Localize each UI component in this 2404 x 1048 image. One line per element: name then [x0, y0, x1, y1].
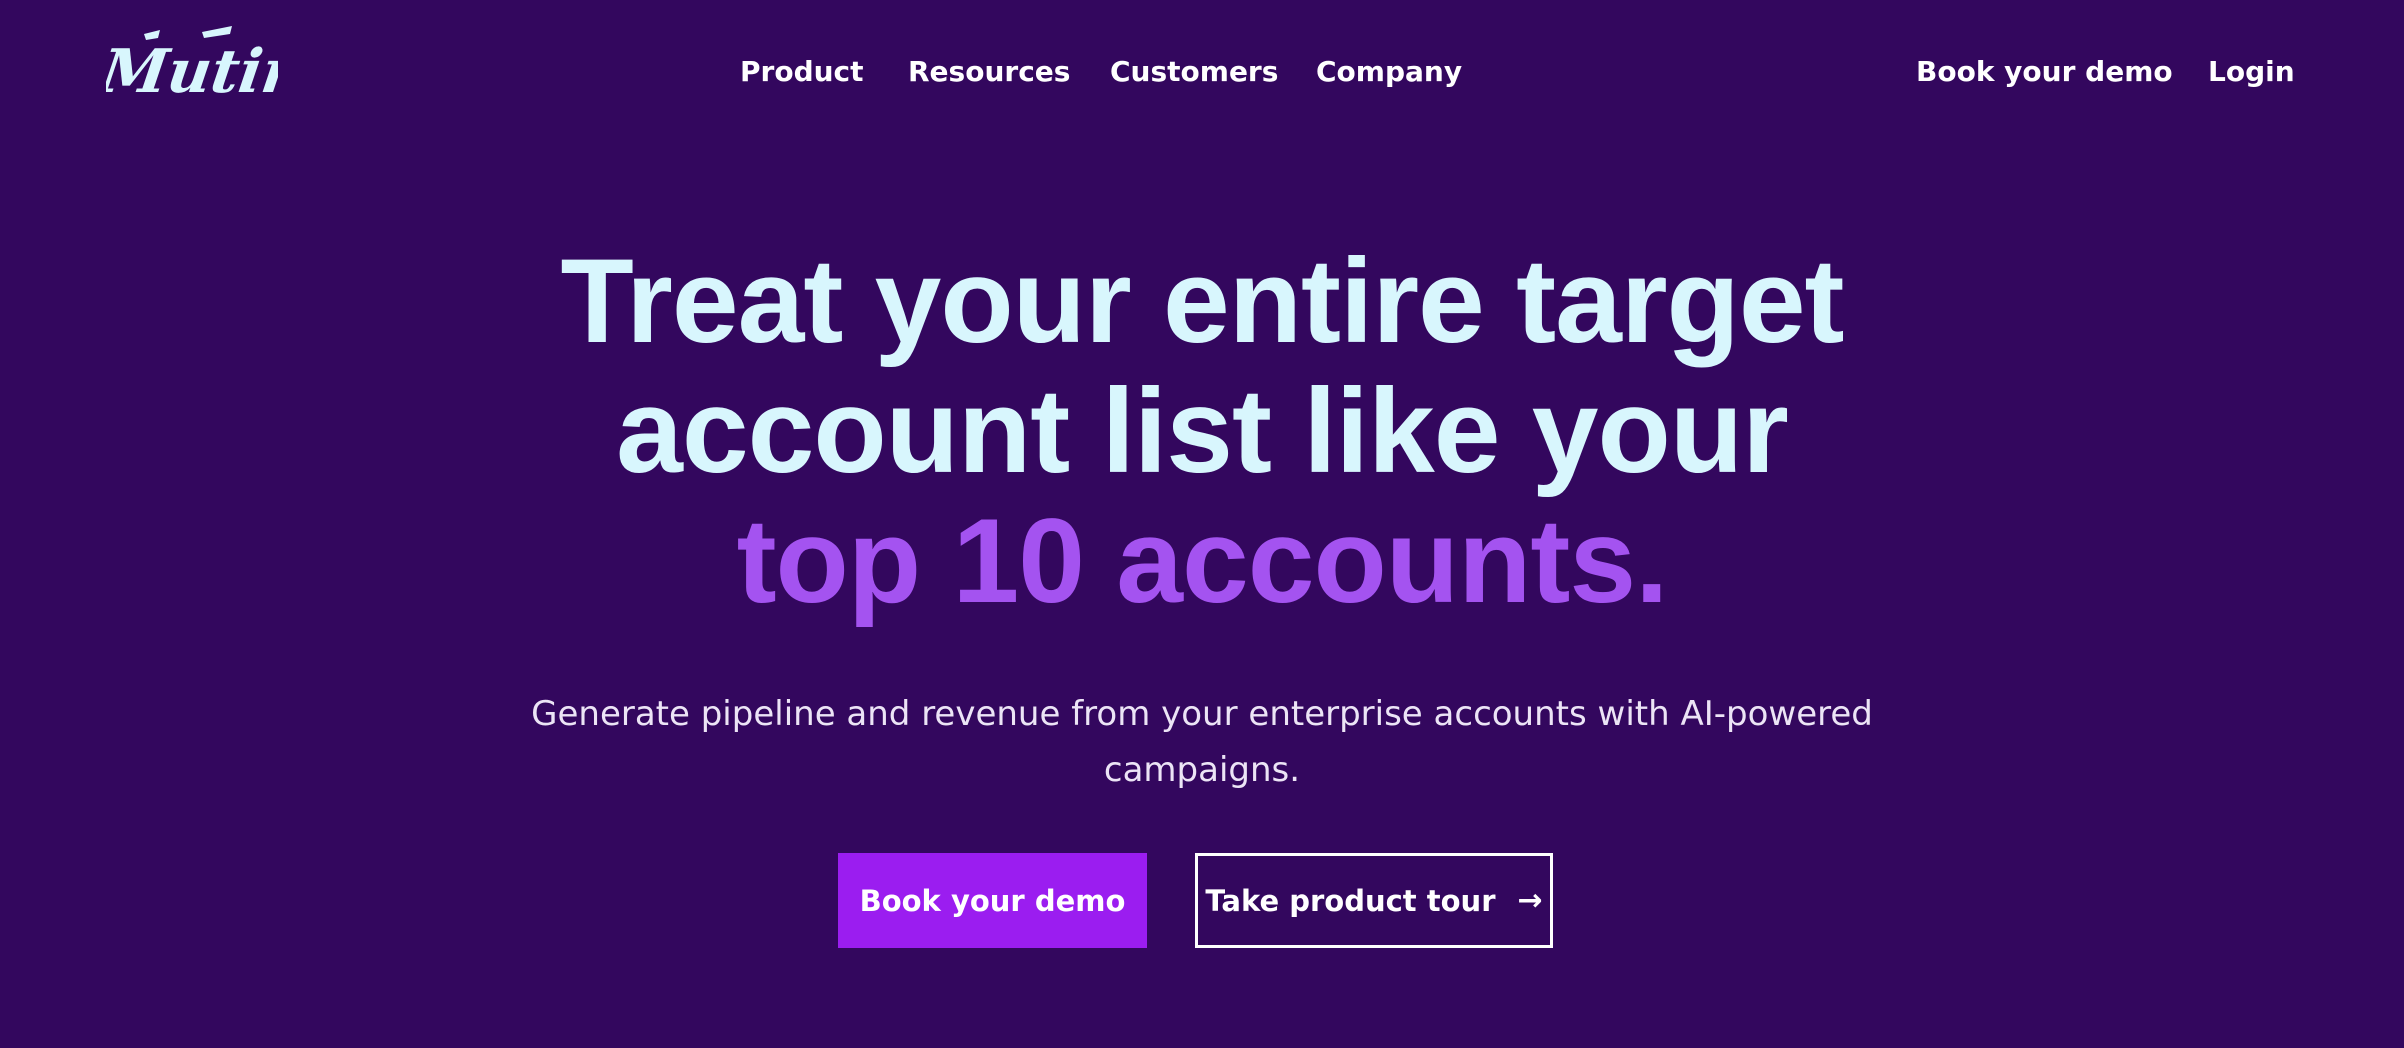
hero-headline-line-1: Treat your entire target [560, 234, 1844, 368]
nav-login-link[interactable]: Login [2208, 50, 2295, 94]
nav-item-customers[interactable]: Customers [1110, 50, 1278, 94]
hero-subtitle: Generate pipeline and revenue from your … [531, 694, 1873, 790]
hero-headline-accent-line: top 10 accounts. [736, 494, 1669, 628]
take-product-tour-button[interactable]: Take product tour → [1195, 853, 1553, 948]
mutiny-logo-mark: Mutiny [106, 26, 278, 107]
nav-book-demo-link[interactable]: Book your demo [1916, 50, 2173, 94]
hero-headline-line-2: account list like your [616, 364, 1789, 498]
book-demo-button[interactable]: Book your demo [838, 853, 1147, 948]
mutiny-logo[interactable]: Mutiny [106, 26, 278, 116]
take-product-tour-button-label: Take product tour [1205, 883, 1496, 918]
svg-text:Mutiny: Mutiny [106, 36, 278, 107]
hero-headline: Treat your entire target account list li… [0, 236, 2404, 626]
nav-item-company[interactable]: Company [1316, 50, 1462, 94]
book-demo-button-label: Book your demo [859, 883, 1126, 918]
nav-item-resources[interactable]: Resources [908, 50, 1070, 94]
arrow-right-icon: → [1517, 882, 1543, 918]
nav-item-product[interactable]: Product [740, 50, 864, 94]
